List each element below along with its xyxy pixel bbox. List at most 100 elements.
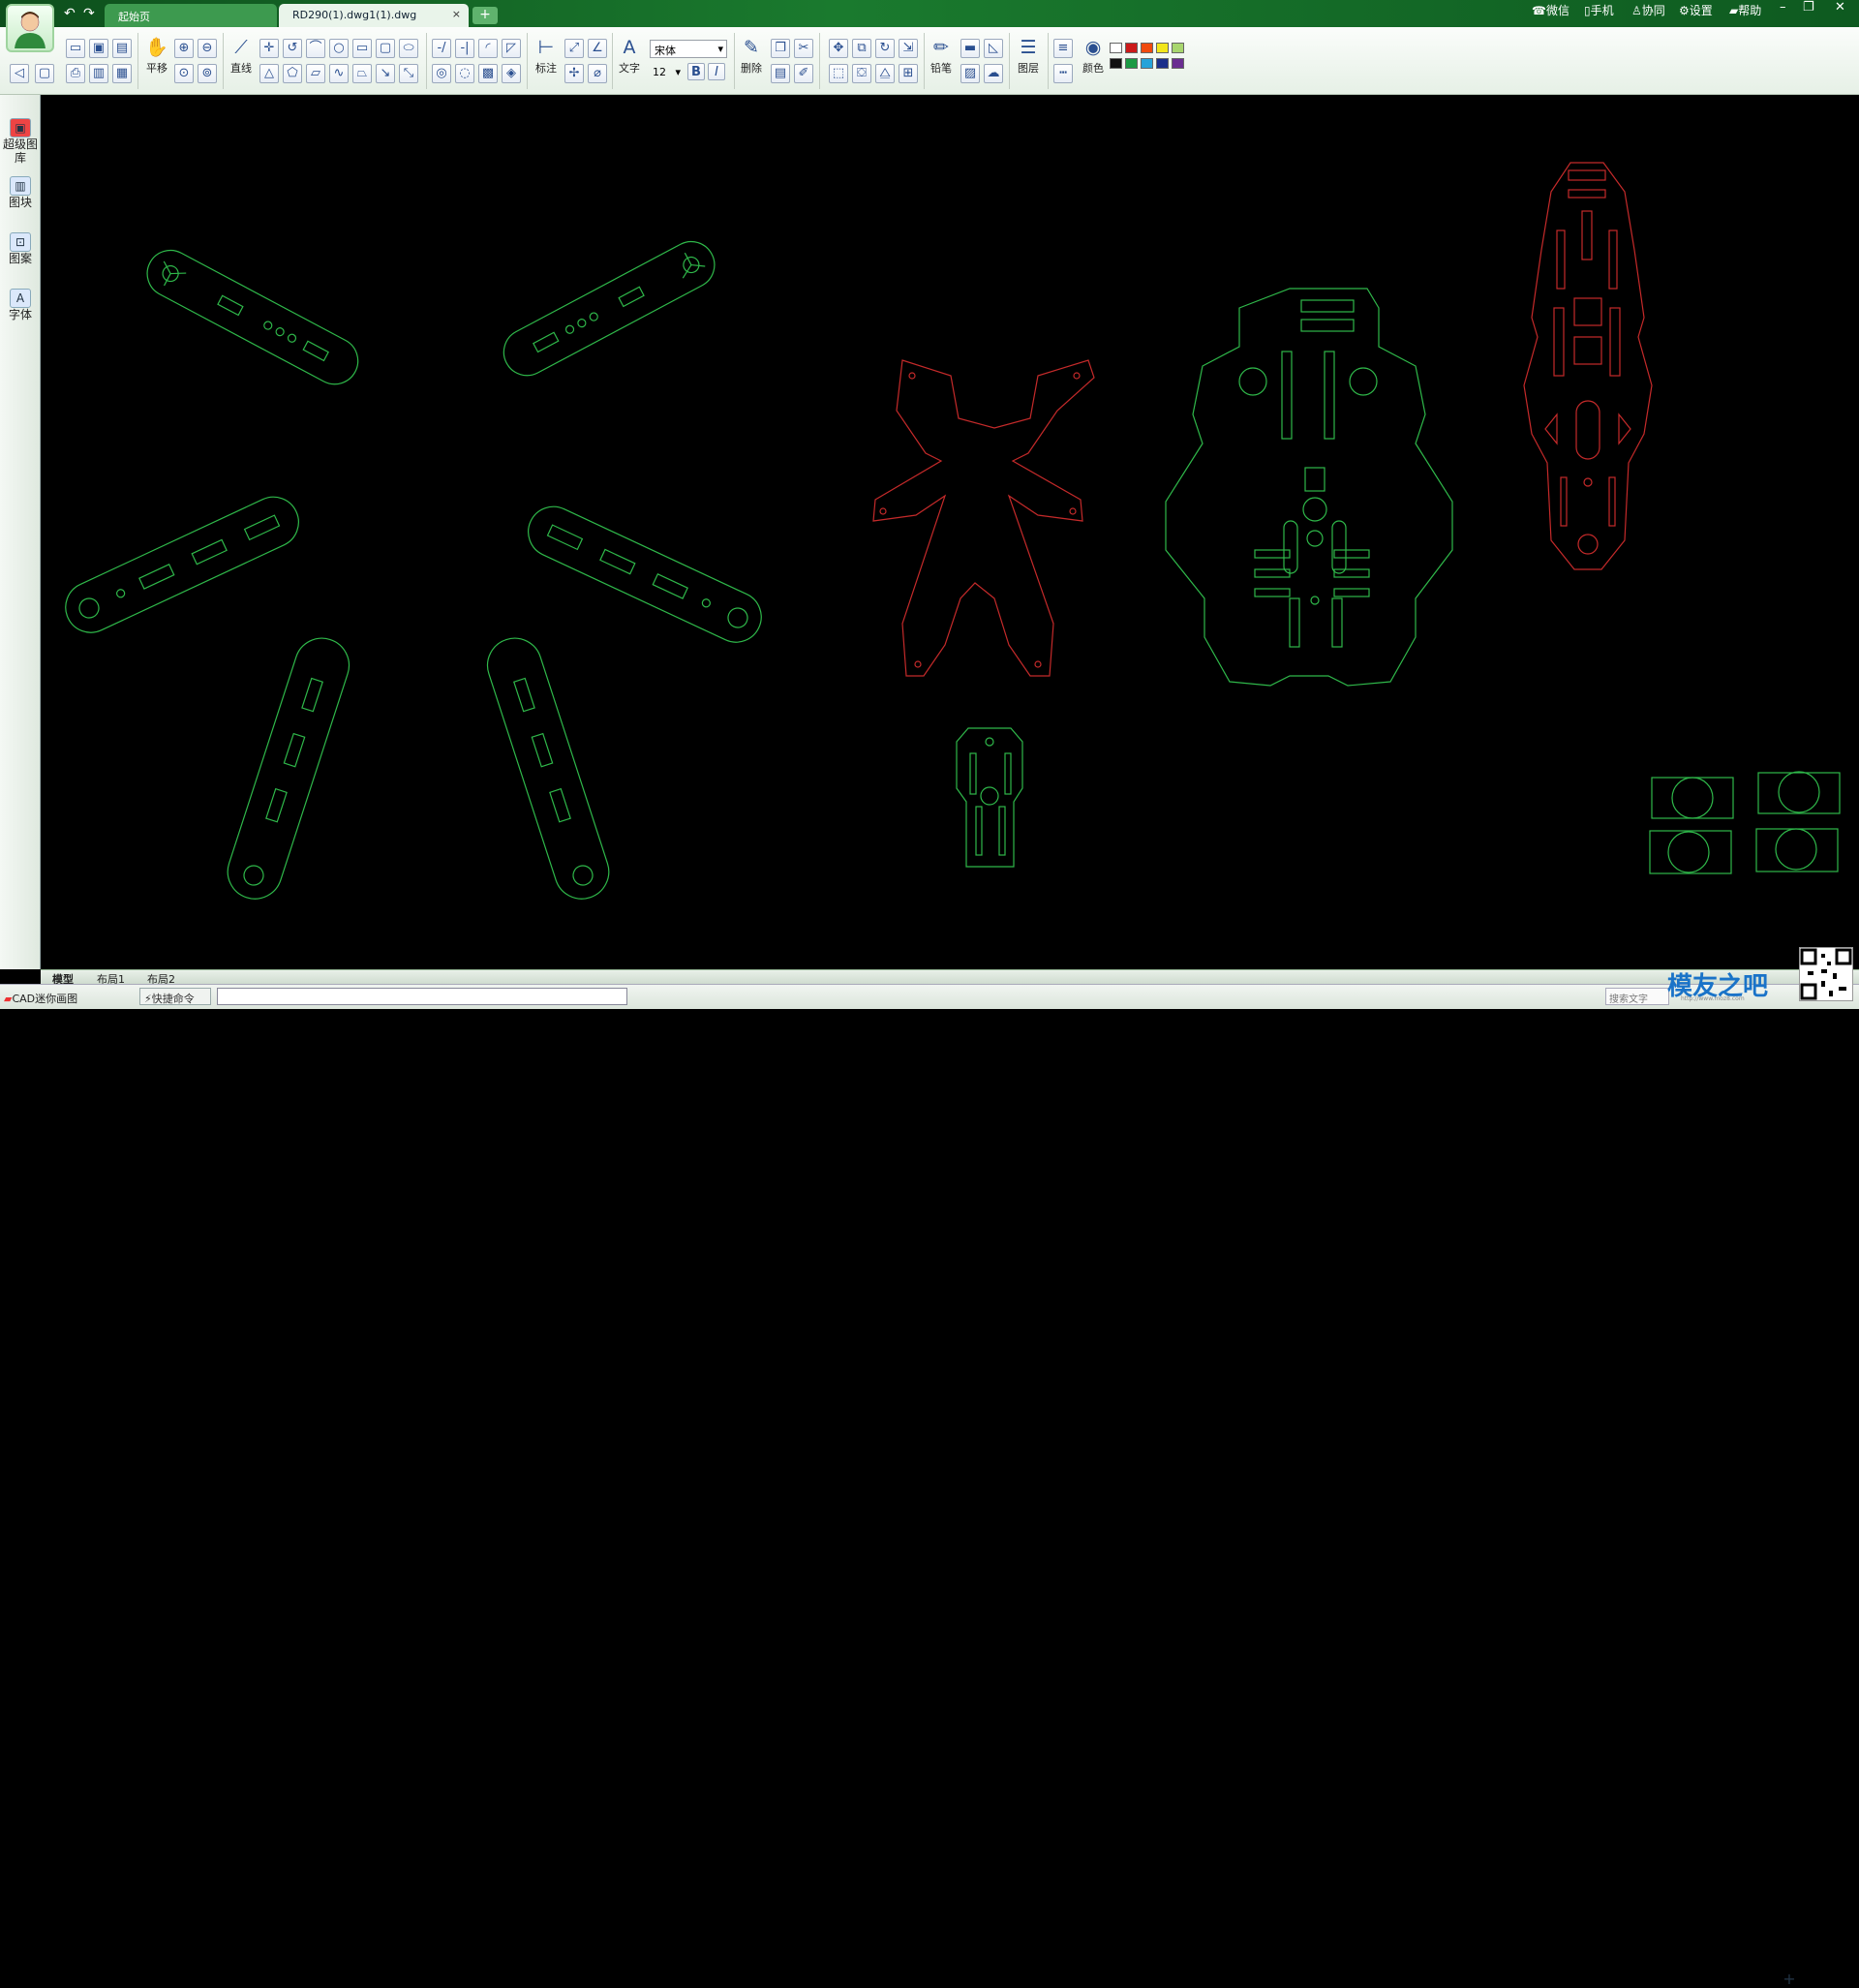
mirror-tool[interactable]: ⧋	[875, 64, 895, 83]
polyline-tool[interactable]: ↺	[283, 39, 302, 58]
back-button[interactable]: ◁	[10, 64, 29, 83]
color-swatch[interactable]	[1110, 58, 1122, 69]
color-swatch[interactable]	[1125, 58, 1138, 69]
phone-button[interactable]: ▯手机	[1584, 2, 1614, 18]
search-text-input[interactable]: 搜索文字	[1605, 988, 1669, 1005]
arc-tool[interactable]: ⌒	[306, 39, 325, 58]
zoom-out-button[interactable]: ⊖	[198, 39, 217, 58]
pentagon-tool[interactable]: ⬠	[283, 64, 302, 83]
color-swatch[interactable]	[1125, 43, 1138, 53]
restore-button[interactable]: ❐	[1803, 0, 1814, 15]
crosshair-tool[interactable]: ✛	[259, 39, 279, 58]
zoom-in-button[interactable]: ⊕	[174, 39, 194, 58]
sidebar-item-patterns[interactable]: ⊡ 图案	[2, 232, 39, 265]
color-swatch[interactable]	[1141, 58, 1153, 69]
quick-command-button[interactable]: ⚡快捷命令	[139, 988, 211, 1005]
hatch-tool[interactable]: ▩	[478, 64, 498, 83]
color-swatch[interactable]	[1156, 58, 1169, 69]
array-tool[interactable]: ⊞	[899, 64, 918, 83]
rotate-tool[interactable]: ↻	[875, 39, 895, 58]
aligned-dim-tool[interactable]: ⤢	[564, 39, 584, 58]
command-input[interactable]	[217, 988, 627, 1005]
insert-image-tool[interactable]: ▨	[960, 64, 980, 83]
rounded-rect-tool[interactable]: ▢	[376, 39, 395, 58]
color-swatch[interactable]	[1172, 58, 1184, 69]
save-as-button[interactable]: ▤	[112, 39, 132, 58]
close-tab-icon[interactable]: ×	[452, 8, 461, 20]
color-swatch[interactable]	[1110, 43, 1122, 53]
copy-button[interactable]: ❐	[771, 39, 790, 58]
lineweight-tool[interactable]: ≡	[1053, 39, 1073, 58]
offset-tool[interactable]: ◎	[432, 64, 451, 83]
save-button[interactable]: ▣	[89, 39, 108, 58]
trapezoid-tool[interactable]: ⏢	[352, 64, 372, 83]
chamfer-tool[interactable]: ◸	[502, 39, 521, 58]
linetype-tool[interactable]: ┅	[1053, 64, 1073, 83]
explode-tool[interactable]: ⬚	[829, 64, 848, 83]
color-swatch[interactable]	[1156, 43, 1169, 53]
italic-button[interactable]: I	[708, 63, 725, 80]
zoom-extent-button[interactable]: ⊙	[174, 64, 194, 83]
minimize-button[interactable]: –	[1780, 0, 1786, 15]
drawing-canvas[interactable]	[41, 95, 1859, 969]
cloud-tool[interactable]: ☁	[984, 64, 1003, 83]
circle-tool[interactable]: ○	[329, 39, 349, 58]
fill-tool[interactable]: ◈	[502, 64, 521, 83]
font-size-select[interactable]: 12 ▾	[650, 64, 683, 81]
ellipse-tool[interactable]: ⬭	[399, 39, 418, 58]
color-button[interactable]: ◉ 颜色	[1078, 35, 1109, 76]
wechat-button[interactable]: ☎微信	[1532, 2, 1569, 18]
spline-tool[interactable]: ∿	[329, 64, 349, 83]
tab-start-page[interactable]: 起始页	[105, 4, 277, 27]
bold-button[interactable]: B	[687, 63, 705, 80]
tab-drawing[interactable]: RD290(1).dwg1(1).dwg ×	[279, 4, 469, 27]
rectangle-tool[interactable]: ▭	[352, 39, 372, 58]
text-tool-button[interactable]: A 文字	[614, 35, 645, 76]
match-prop-button[interactable]: ✐	[794, 64, 813, 83]
parallelogram-tool[interactable]: ▱	[306, 64, 325, 83]
font-select[interactable]: 宋体 ▾	[650, 40, 727, 58]
diameter-dim-tool[interactable]: ⌀	[588, 64, 607, 83]
scale-tool[interactable]: ⧉	[852, 39, 871, 58]
triangle-tool[interactable]: △	[259, 64, 279, 83]
export-pdf-button[interactable]: ▥	[89, 64, 108, 83]
help-button[interactable]: ▰帮助	[1729, 2, 1761, 18]
add-tab-button[interactable]: +	[472, 7, 498, 24]
block-tool[interactable]: ⛋	[852, 64, 871, 83]
open-button[interactable]: ▭	[66, 39, 85, 58]
close-window-button[interactable]: ✕	[1835, 0, 1845, 15]
collab-button[interactable]: ♙协同	[1631, 2, 1665, 18]
sidebar-item-blocks[interactable]: ▥ 图块	[2, 176, 39, 209]
xline-tool[interactable]: ⤡	[399, 64, 418, 83]
extend-tool[interactable]: -|	[455, 39, 474, 58]
move-tool[interactable]: ✥	[829, 39, 848, 58]
plus-button[interactable]: +	[1782, 1972, 1797, 1988]
redo-icon[interactable]: ↷	[83, 6, 95, 21]
trim-tool[interactable]: -/	[432, 39, 451, 58]
line-tool-button[interactable]: ⟋ 直线	[226, 35, 257, 76]
paste-button[interactable]: ▤	[771, 64, 790, 83]
stretch-tool[interactable]: ⇲	[899, 39, 918, 58]
angle-dim-tool[interactable]: ∠	[588, 39, 607, 58]
dimension-button[interactable]: ⊢ 标注	[531, 35, 562, 76]
fillet-tool[interactable]: ◜	[478, 39, 498, 58]
sidebar-item-super-library[interactable]: ▣ 超级图库	[2, 118, 39, 165]
radius-dim-tool[interactable]: ✢	[564, 64, 584, 83]
new-page-button[interactable]: ▢	[35, 64, 54, 83]
layer-button[interactable]: ☰ 图层	[1013, 35, 1044, 76]
pan-button[interactable]: ✋ 平移	[141, 35, 172, 76]
avatar[interactable]	[6, 4, 54, 52]
measure-tool[interactable]: ▬	[960, 39, 980, 58]
sidebar-item-fonts[interactable]: A 字体	[2, 289, 39, 321]
settings-button[interactable]: ⚙设置	[1679, 2, 1713, 18]
export-image-button[interactable]: ▦	[112, 64, 132, 83]
delete-button[interactable]: ✎ 删除	[736, 35, 767, 76]
cut-button[interactable]: ✂	[794, 39, 813, 58]
undo-icon[interactable]: ↶	[64, 6, 76, 21]
pencil-button[interactable]: ✏ 铅笔	[926, 35, 957, 76]
ray-tool[interactable]: ↘	[376, 64, 395, 83]
print-button[interactable]: ⎙	[66, 64, 85, 83]
zoom-window-button[interactable]: ⊚	[198, 64, 217, 83]
break-tool[interactable]: ◌	[455, 64, 474, 83]
color-swatch[interactable]	[1141, 43, 1153, 53]
